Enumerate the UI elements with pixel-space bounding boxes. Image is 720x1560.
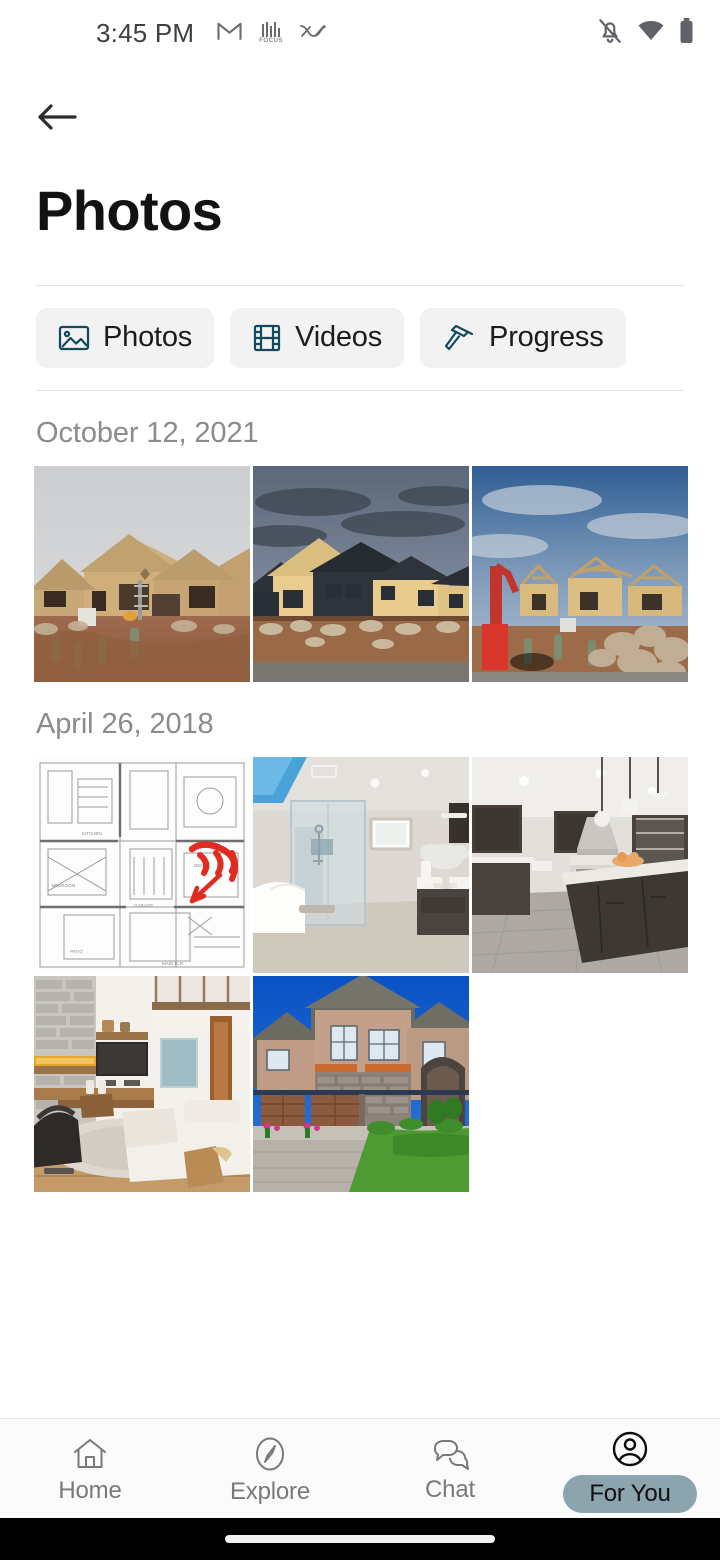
status-bar-notification-icons: FOCUS <box>216 20 327 47</box>
photo-kitchen-dark-cabinets <box>472 756 688 973</box>
photo-tile[interactable] <box>34 975 250 1192</box>
gesture-navigation-bar <box>0 1518 720 1560</box>
nav-item-home[interactable]: Home <box>0 1432 180 1505</box>
chip-videos-label: Videos <box>295 321 383 354</box>
photo-finished-home-exterior <box>253 975 469 1192</box>
photo-construction-overcast <box>34 465 250 682</box>
photo-living-room-fireplace <box>34 975 250 1192</box>
back-button[interactable] <box>22 88 92 150</box>
photo-house-dusk-clouds <box>253 465 469 682</box>
focus-icon: FOCUS <box>259 21 283 45</box>
status-bar: 3:45 PM FOCUS <box>0 0 720 66</box>
nav-item-home-label: Home <box>58 1477 122 1504</box>
photo-tile[interactable] <box>253 756 469 973</box>
date-header-2: April 26, 2018 <box>36 707 214 740</box>
house-icon <box>71 1436 109 1472</box>
filter-chip-row: Photos Videos Progress <box>0 286 720 390</box>
app-bar: Photos <box>0 66 720 286</box>
svg-text:KITCHEN: KITCHEN <box>82 831 102 836</box>
shuffle-icon <box>299 22 327 45</box>
svg-text:BEDROOM: BEDROOM <box>52 883 76 888</box>
status-bar-clock: 3:45 PM <box>96 17 195 48</box>
chip-photos[interactable]: Photos <box>36 307 215 368</box>
nav-item-explore-label: Explore <box>230 1478 310 1505</box>
photo-tile[interactable] <box>472 756 688 973</box>
app-screen: 3:45 PM FOCUS Photos Photos Videos Progr… <box>0 0 720 1560</box>
hammer-icon <box>442 322 476 354</box>
bottom-navigation-bar: Home Explore Chat For You <box>0 1418 720 1518</box>
date-header-1: October 12, 2021 <box>36 416 259 449</box>
photo-tile[interactable] <box>34 465 250 682</box>
wifi-icon <box>637 20 665 47</box>
status-bar-system-icons <box>597 17 694 50</box>
photo-gallery-scroll[interactable]: October 12, 2021 April 26, 2018 KITCHEN … <box>0 391 720 1418</box>
nav-item-for-you-label: For You <box>563 1474 697 1513</box>
photo-blueprint-annotation: KITCHENBEDROOM GARAGEDECK PATIOMAIN FLR <box>34 756 250 973</box>
account-circle-icon <box>610 1429 650 1469</box>
image-icon <box>58 323 90 353</box>
nav-item-chat[interactable]: Chat <box>360 1433 540 1504</box>
chip-photos-label: Photos <box>103 321 193 354</box>
battery-full-icon <box>679 17 694 50</box>
nav-item-explore[interactable]: Explore <box>180 1431 360 1506</box>
nav-item-for-you[interactable]: For You <box>540 1425 720 1513</box>
notifications-off-icon <box>597 17 623 50</box>
back-arrow-icon <box>36 100 78 139</box>
svg-text:GARAGE: GARAGE <box>134 903 153 908</box>
svg-text:MAIN FLR: MAIN FLR <box>162 961 184 966</box>
chip-videos[interactable]: Videos <box>230 307 405 368</box>
page-title: Photos <box>36 179 223 242</box>
chip-progress-label: Progress <box>489 321 604 354</box>
chat-bubbles-icon <box>430 1437 470 1471</box>
focus-icon-label: FOCUS <box>259 37 283 45</box>
photo-tile[interactable]: KITCHEN BEDROOM GARAGE DECK PATIO MAIN FLR <box>34 756 250 973</box>
nav-item-chat-label: Chat <box>425 1476 475 1503</box>
focus-bars <box>261 21 281 37</box>
film-icon <box>252 323 282 353</box>
photo-tile[interactable] <box>253 465 469 682</box>
photo-grid-1 <box>34 465 720 682</box>
photo-tile[interactable] <box>253 975 469 1192</box>
home-indicator[interactable] <box>225 1535 495 1543</box>
photo-grid-2: KITCHEN BEDROOM GARAGE DECK PATIO MAIN FLR <box>34 756 720 1192</box>
chip-progress[interactable]: Progress <box>420 307 626 368</box>
photo-bathroom-glass-shower <box>253 756 469 973</box>
photo-framing-blue-sky <box>472 465 688 682</box>
photo-tile[interactable] <box>472 465 688 682</box>
compass-icon <box>251 1435 289 1473</box>
svg-text:PATIO: PATIO <box>70 949 83 954</box>
gmail-icon <box>216 20 243 47</box>
